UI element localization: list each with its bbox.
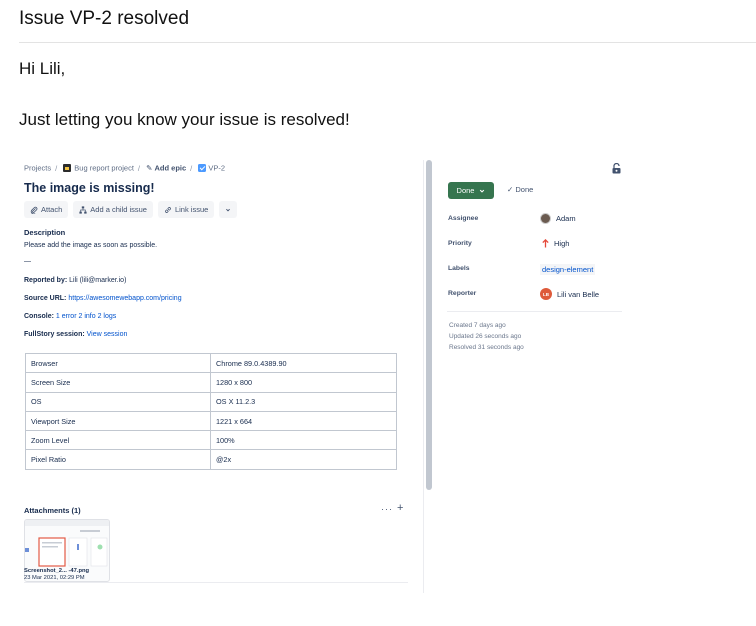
resolution-status-text: Done [515, 185, 534, 194]
table-row: Zoom Level 100% [25, 430, 397, 451]
source-url-label: Source URL: [24, 295, 67, 302]
labels-label: Labels [448, 265, 470, 272]
table-cell-key: Screen Size [25, 372, 211, 393]
table-cell-key: OS [25, 391, 211, 412]
reported-by-value: Lili (lili@marker.io) [69, 277, 127, 284]
avatar [540, 213, 551, 224]
table-row: Screen Size 1280 x 800 [25, 372, 397, 393]
avatar: LB [540, 288, 552, 300]
fullstory-label: FullStory session: [24, 331, 85, 338]
description-text: Please add the image as soon as possible… [24, 242, 158, 249]
email-greeting: Hi Lili, [19, 59, 66, 78]
table-cell-value: @2x [210, 449, 397, 470]
source-url-row: Source URL: https://awesomewebapp.com/pr… [24, 295, 182, 302]
environment-details-table: Browser Chrome 89.0.4389.90 Screen Size 12… [25, 352, 397, 470]
assignee-field[interactable]: Adam [540, 213, 576, 224]
label-tag[interactable]: design-element [540, 264, 596, 275]
attach-button[interactable]: Attach [24, 201, 69, 218]
breadcrumb: Projects / Bug report project / ✎ Add epic… [24, 163, 226, 173]
console-label: Console: [24, 313, 54, 320]
console-errors-link[interactable]: 1 error [56, 313, 77, 320]
table-cell-key: Pixel Ratio [25, 449, 211, 470]
jira-issue-screenshot: Projects / Bug report project / ✎ Add epic… [19, 157, 629, 593]
assignee-value: Adam [556, 214, 576, 223]
console-row: Console: 1 error 2 info 2 logs [24, 313, 116, 320]
email-body: Just letting you know your issue is reso… [19, 110, 350, 129]
table-cell-key: Browser [25, 352, 211, 374]
link-issue-button[interactable]: Link issue [157, 201, 215, 218]
table-cell-value: Chrome 89.0.4389.90 [210, 352, 397, 374]
source-url-link[interactable]: https://awesomewebapp.com/pricing [68, 295, 181, 302]
table-row: Browser Chrome 89.0.4389.90 [25, 352, 397, 374]
console-logs-link[interactable]: 2 logs [98, 313, 117, 320]
divider [24, 582, 408, 583]
description-heading: Description [24, 228, 66, 237]
table-row: Pixel Ratio @2x [25, 449, 397, 470]
attachment-meta: Screenshot_2... -47.png 23 Mar 2021, 02:… [24, 568, 89, 582]
pencil-icon: ✎ [146, 163, 153, 173]
breadcrumb-project[interactable]: Bug report project [74, 164, 134, 173]
attachment-filename[interactable]: Screenshot_2... -47.png [24, 568, 89, 575]
paperclip-icon [30, 206, 38, 214]
add-child-issue-button[interactable]: Add a child issue [73, 201, 153, 218]
attachment-date: 23 Mar 2021, 02:29 PM [24, 575, 85, 581]
scrollbar-thumb[interactable] [426, 160, 432, 490]
divider [447, 311, 622, 312]
status-dropdown-button[interactable]: Done [448, 182, 494, 199]
divider [19, 42, 756, 43]
reporter-value: Lili van Belle [557, 289, 600, 299]
status-button-label: Done [456, 186, 475, 195]
priority-label: Priority [448, 240, 472, 247]
table-row: Viewport Size 1221 x 664 [25, 410, 397, 432]
table-cell-key: Viewport Size [25, 410, 211, 432]
reporter-label: Reporter [448, 290, 477, 297]
description-dash: — [24, 258, 31, 265]
reported-by-row: Reported by: Lili (lili@marker.io) [24, 277, 126, 284]
priority-value: High [554, 239, 570, 248]
issue-title[interactable]: The image is missing! [24, 181, 155, 195]
arrow-up-icon [542, 239, 549, 248]
chevron-down-icon [226, 208, 231, 211]
panel-divider [423, 160, 424, 593]
fullstory-link[interactable]: View session [87, 331, 128, 338]
attachments-heading: Attachments (1) [24, 506, 81, 515]
breadcrumb-add-epic[interactable]: Add epic [154, 164, 186, 173]
link-icon [165, 206, 171, 213]
add-child-label: Add a child issue [90, 205, 147, 214]
task-checkbox-icon [198, 164, 207, 173]
project-icon [63, 164, 72, 173]
link-issue-label: Link issue [174, 205, 209, 214]
assignee-label: Assignee [448, 215, 479, 222]
table-cell-value: 1221 x 664 [210, 410, 397, 432]
table-cell-value: 100% [210, 430, 397, 451]
table-cell-value: 1280 x 800 [210, 372, 397, 393]
console-info-link[interactable]: 2 info [78, 313, 95, 320]
lock-icon[interactable] [612, 161, 621, 179]
chevron-down-icon [480, 189, 485, 193]
labels-field[interactable]: design-element [540, 264, 596, 275]
add-attachment-button[interactable]: + [397, 502, 403, 514]
resolved-timestamp: Resolved 31 seconds ago [449, 344, 524, 351]
table-cell-key: Zoom Level [25, 430, 211, 451]
hierarchy-icon [79, 205, 87, 214]
resolution-status: ✓ Done [507, 185, 533, 194]
breadcrumb-issue-key[interactable]: VP-2 [208, 164, 225, 173]
breadcrumb-projects[interactable]: Projects [24, 164, 51, 173]
created-timestamp: Created 7 days ago [449, 322, 506, 329]
email-subject: Issue VP-2 resolved [19, 8, 190, 29]
attach-label: Attach [41, 205, 63, 214]
priority-field[interactable]: High [542, 239, 569, 248]
issue-timestamps: Created 7 days ago Updated 26 seconds ag… [449, 320, 524, 353]
checkmark-icon: ✓ [507, 185, 514, 194]
updated-timestamp: Updated 26 seconds ago [449, 333, 522, 340]
more-actions-button[interactable] [219, 201, 238, 218]
issue-actions: Attach Add a child issue Link issue [24, 201, 238, 218]
reported-by-label: Reported by: [24, 277, 68, 284]
fullstory-row: FullStory session: View session [24, 331, 127, 338]
table-cell-value: OS X 11.2.3 [210, 391, 397, 412]
table-row: OS OS X 11.2.3 [25, 391, 397, 412]
reporter-field[interactable]: LB Lili van Belle [540, 288, 599, 300]
attachments-more-button[interactable]: ··· [381, 504, 393, 514]
